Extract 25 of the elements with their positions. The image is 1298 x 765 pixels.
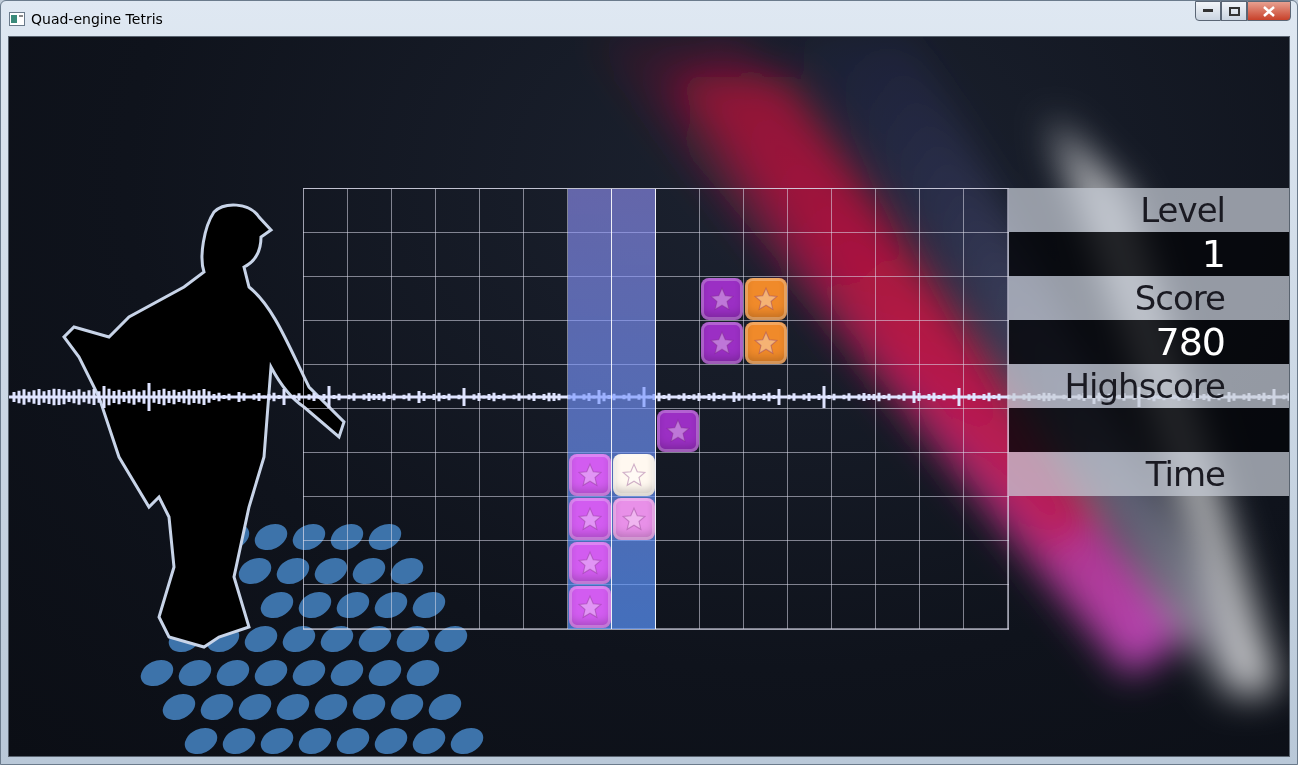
stat-label: Score <box>1009 276 1289 320</box>
minimize-icon <box>1203 9 1213 13</box>
star-icon <box>665 418 691 444</box>
star-icon <box>753 286 779 312</box>
star-icon <box>621 506 647 532</box>
star-icon <box>577 550 603 576</box>
star-icon <box>577 462 603 488</box>
close-button[interactable] <box>1247 1 1291 21</box>
minimize-button[interactable] <box>1195 1 1221 21</box>
star-icon <box>577 506 603 532</box>
app-icon <box>9 11 25 26</box>
stat-label: Level <box>1009 188 1289 232</box>
window-title: Quad-engine Tetris <box>31 10 163 27</box>
maximize-icon <box>1228 6 1240 16</box>
stat-value: 1 <box>1009 232 1289 276</box>
star-icon <box>621 462 647 488</box>
stat-label: Time <box>1009 452 1289 496</box>
stat-value: 780 <box>1009 320 1289 364</box>
star-icon <box>709 286 735 312</box>
star-icon <box>753 330 779 356</box>
star-icon <box>709 330 735 356</box>
star-icon <box>577 594 603 620</box>
close-icon <box>1263 5 1275 17</box>
maximize-button[interactable] <box>1221 1 1247 21</box>
stat-label: Highscore <box>1009 364 1289 408</box>
